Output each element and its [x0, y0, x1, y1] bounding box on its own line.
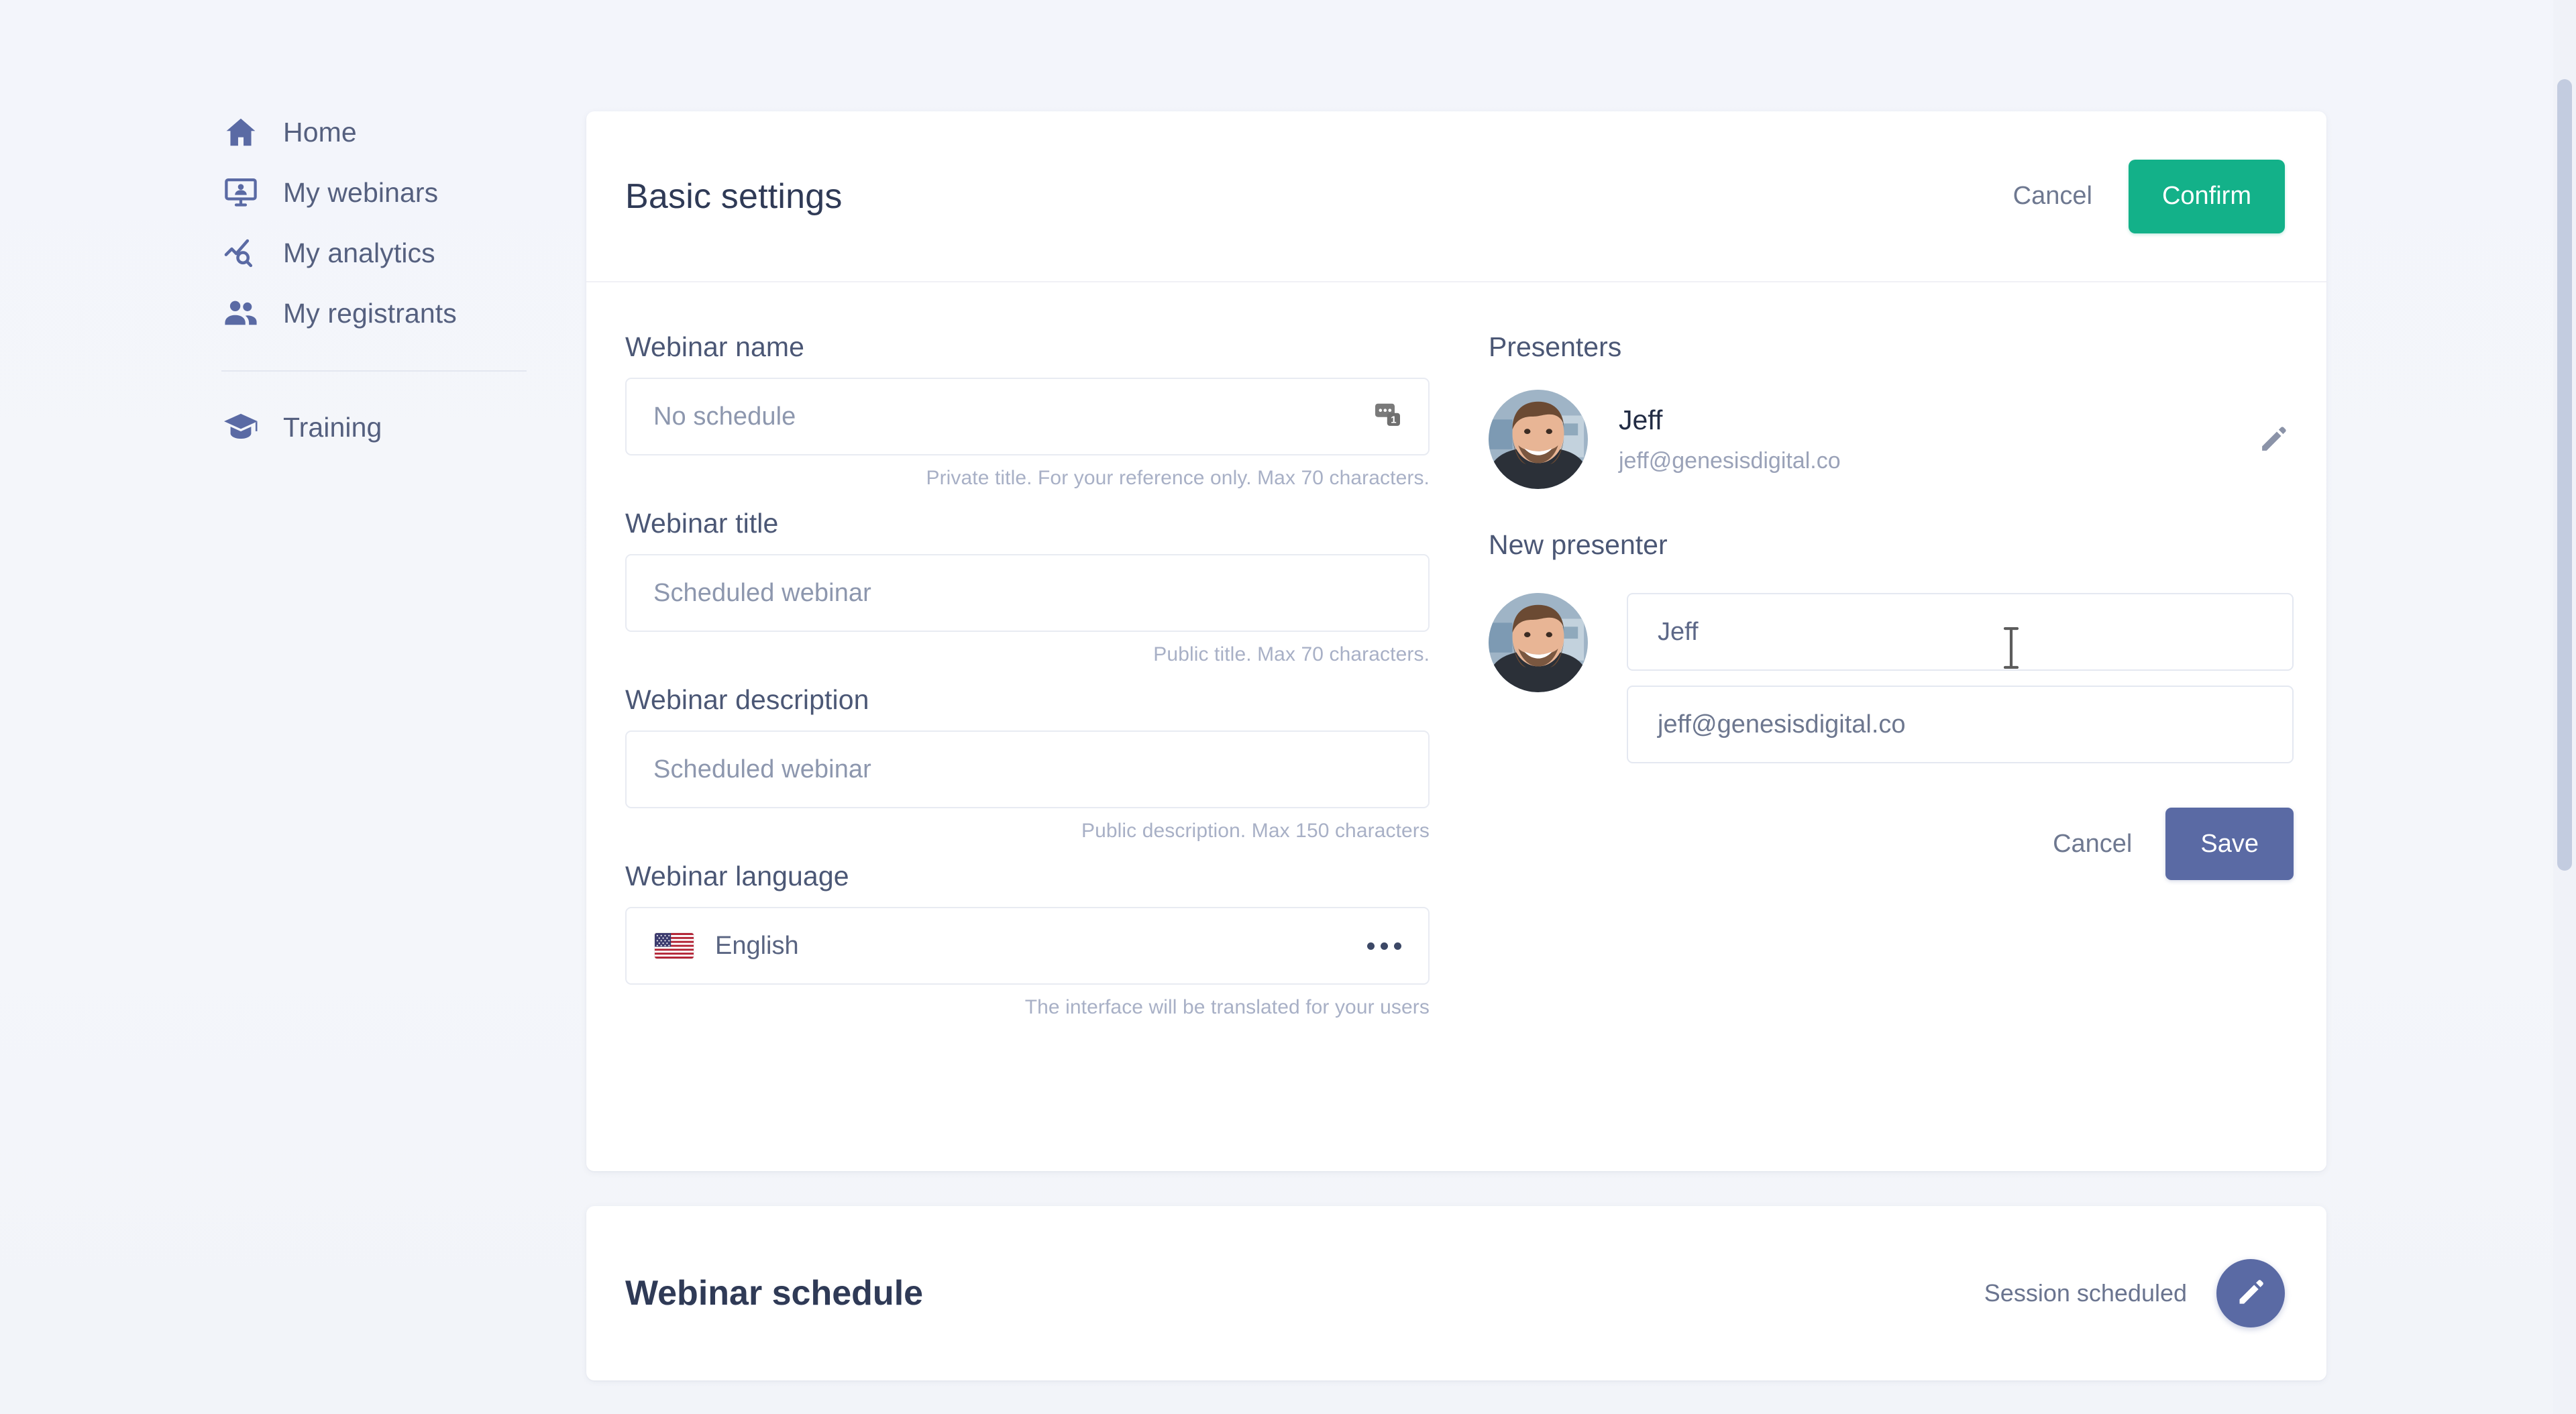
basic-settings-card: Basic settings Cancel Confirm Webinar na…: [586, 111, 2326, 1171]
sidebar: Home My webinars My analytics My registr…: [0, 0, 537, 1414]
sidebar-secondary-nav: Training: [0, 397, 537, 457]
presenter-info: Jeff jeff@genesisdigital.co: [1619, 404, 2222, 474]
card-body: Webinar name No schedule 1 Private title…: [586, 282, 2326, 1037]
webinar-name-value: No schedule: [653, 402, 796, 431]
webinar-language-label: Webinar language: [625, 861, 849, 891]
new-presenter-email-input[interactable]: jeff@genesisdigital.co: [1627, 686, 2294, 763]
webinar-title-label: Webinar title: [625, 508, 779, 539]
graduation-cap-icon: [221, 408, 260, 447]
webinar-language-select[interactable]: English: [625, 907, 1430, 985]
webinar-title-input[interactable]: Scheduled webinar: [625, 554, 1430, 632]
people-icon: [221, 294, 260, 333]
sidebar-item-home[interactable]: Home: [0, 102, 537, 162]
sidebar-divider: [221, 370, 527, 372]
new-presenter-actions: Cancel Save: [1489, 808, 2294, 880]
webinar-name-hint: Private title. For your reference only. …: [926, 467, 1430, 489]
new-presenter-name-input[interactable]: Jeff: [1627, 593, 2294, 671]
webinar-schedule-card: Webinar schedule Session scheduled: [586, 1206, 2326, 1380]
new-presenter-cancel-button[interactable]: Cancel: [2050, 826, 2135, 863]
new-presenter-form: Jeff jeff@genesisdigital.co: [1489, 593, 2294, 778]
webinar-schedule-title: Webinar schedule: [625, 1274, 924, 1313]
new-presenter-section-label: New presenter: [1489, 529, 1668, 560]
webinar-name-label: Webinar name: [625, 331, 805, 362]
merge-tags-icon[interactable]: 1: [1373, 399, 1405, 435]
webinar-description-label: Webinar description: [625, 684, 869, 715]
webinar-title-value: Scheduled webinar: [653, 578, 871, 607]
webinar-title-hint: Public title. Max 70 characters.: [1153, 643, 1430, 665]
sidebar-item-label: My webinars: [283, 176, 439, 208]
language-value: English: [715, 931, 799, 960]
edit-schedule-button[interactable]: [2216, 1259, 2285, 1327]
sidebar-item-my-webinars[interactable]: My webinars: [0, 162, 537, 223]
field-webinar-description: Webinar description Scheduled webinar Pu…: [625, 684, 1430, 842]
sidebar-item-label: Training: [283, 411, 382, 443]
field-webinar-name: Webinar name No schedule 1 Private title…: [625, 331, 1430, 490]
field-webinar-language: Webinar language English The interface w…: [625, 861, 1430, 1019]
presenters-section-label: Presenters: [1489, 331, 1622, 362]
webinar-description-hint: Public description. Max 150 characters: [1081, 820, 1430, 842]
presenter-list-item: Jeff jeff@genesisdigital.co: [1489, 390, 2294, 489]
us-flag-icon: [655, 933, 694, 959]
webinar-name-input[interactable]: No schedule 1: [625, 378, 1430, 455]
new-presenter-fields: Jeff jeff@genesisdigital.co: [1627, 593, 2294, 778]
svg-text:1: 1: [1391, 415, 1397, 426]
analytics-chart-icon: [221, 233, 260, 272]
settings-right-column: Presenters Jeff jeff@genesisdigital.co N…: [1489, 331, 2294, 1037]
sidebar-item-label: Home: [283, 116, 357, 148]
presenter-name: Jeff: [1619, 404, 1663, 435]
pencil-icon: [2235, 1277, 2266, 1310]
webinar-description-input[interactable]: Scheduled webinar: [625, 730, 1430, 808]
webinar-screen-icon: [221, 173, 260, 212]
presenter-email: jeff@genesisdigital.co: [1619, 448, 1841, 474]
sidebar-item-my-analytics[interactable]: My analytics: [0, 223, 537, 283]
sidebar-item-label: My analytics: [283, 237, 435, 268]
home-icon: [221, 113, 260, 152]
confirm-button[interactable]: Confirm: [2128, 159, 2285, 233]
sidebar-primary-nav: Home My webinars My analytics My registr…: [0, 102, 537, 343]
webinar-schedule-actions: Session scheduled: [1984, 1259, 2285, 1327]
language-current: English: [655, 932, 799, 961]
sidebar-item-label: My registrants: [283, 297, 457, 329]
card-header: Basic settings Cancel Confirm: [586, 111, 2326, 282]
sidebar-item-training[interactable]: Training: [0, 397, 537, 457]
webinar-description-value: Scheduled webinar: [653, 755, 871, 783]
pencil-icon[interactable]: [2253, 419, 2294, 459]
new-presenter-save-button[interactable]: Save: [2165, 808, 2294, 880]
status-badge: Session scheduled: [1984, 1279, 2187, 1307]
cancel-button[interactable]: Cancel: [2010, 178, 2095, 215]
sidebar-item-my-registrants[interactable]: My registrants: [0, 283, 537, 343]
avatar: [1489, 593, 1588, 692]
avatar: [1489, 390, 1588, 489]
page-title: Basic settings: [625, 176, 843, 216]
settings-left-column: Webinar name No schedule 1 Private title…: [625, 331, 1430, 1037]
ellipsis-icon[interactable]: [1367, 942, 1401, 950]
field-webinar-title: Webinar title Scheduled webinar Public t…: [625, 508, 1430, 666]
vertical-scrollbar-thumb[interactable]: [2557, 79, 2572, 871]
vertical-scrollbar-track[interactable]: [2553, 0, 2576, 1414]
header-actions: Cancel Confirm: [2010, 159, 2285, 233]
webinar-language-hint: The interface will be translated for you…: [1024, 996, 1430, 1018]
